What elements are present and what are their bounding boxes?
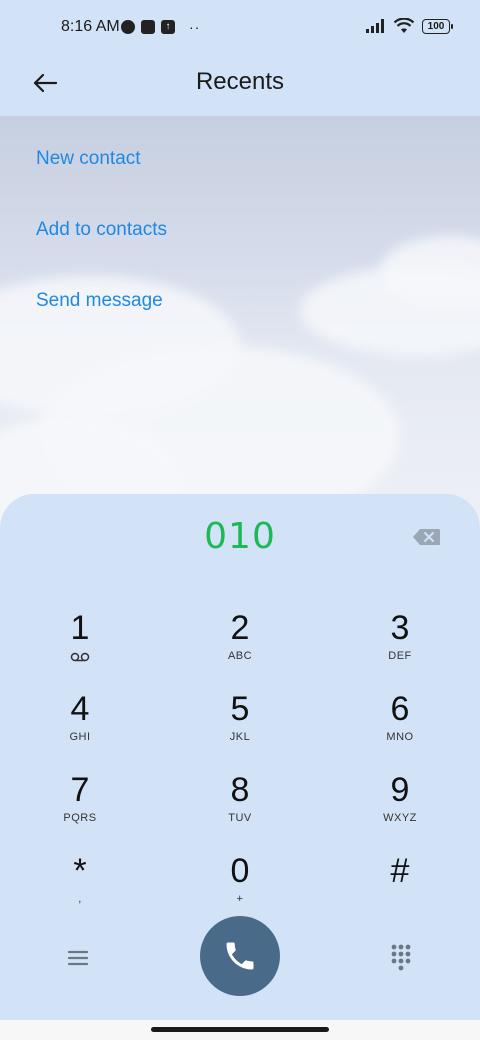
key-letters: ABC [227,650,253,662]
key-letters: PQRS [63,812,97,824]
voicemail-icon [70,652,90,662]
backspace-icon [413,529,440,545]
app-header: Recents [0,56,480,116]
key-digit: # [390,852,410,890]
menu-button[interactable] [64,944,92,972]
signal-icon [366,19,384,33]
app-notification-icon [121,20,135,34]
key-5[interactable]: 5 JKL [180,689,300,765]
key-digit: 5 [230,690,250,728]
key-letters: , [78,893,82,905]
system-status-icons: 100 [366,18,453,34]
key-digit: 1 [70,609,90,647]
key-digit: 4 [70,690,90,728]
backspace-button[interactable] [412,527,442,547]
notification-icons: ↑ ·· [121,19,200,35]
key-hash[interactable]: # [340,851,460,927]
new-contact-link[interactable]: New contact [36,148,141,170]
key-digit: 3 [390,609,410,647]
key-star[interactable]: * , [20,851,140,927]
page-title: Recents [195,68,285,95]
key-letters: MNO [386,731,414,743]
wifi-icon [394,18,414,33]
key-letters: DEF [388,650,412,662]
key-7[interactable]: 7 PQRS [20,770,140,846]
add-to-contacts-link[interactable]: Add to contacts [36,219,167,241]
key-2[interactable]: 2 ABC [180,608,300,684]
key-digit: * [73,852,87,890]
key-letters: JKL [229,731,251,743]
background-sky-image [0,116,480,536]
upload-notification-icon: ↑ [161,20,175,34]
key-digit: 6 [390,690,410,728]
battery-icon: 100 [422,18,453,34]
status-bar: 8:16 AM ↑ ·· 100 [0,0,480,56]
key-digit: 2 [230,609,250,647]
key-8[interactable]: 8 TUV [180,770,300,846]
keypad-toggle-button[interactable] [386,941,416,971]
square-notification-icon [141,20,155,34]
key-digit: 7 [70,771,90,809]
dialer-panel: 010 1 2 ABC 3 DEF 4 GHI 5 JKL 6 MNO 7 PQ… [0,494,480,1040]
phone-icon [226,942,254,970]
call-button[interactable] [200,916,280,996]
home-indicator[interactable] [151,1027,329,1032]
key-letters: WXYZ [383,812,417,824]
key-digit: 0 [230,852,250,890]
key-3[interactable]: 3 DEF [340,608,460,684]
key-1[interactable]: 1 [20,608,140,684]
dialed-number: 010 [204,516,276,557]
send-message-link[interactable]: Send message [36,290,163,312]
key-letters: GHI [69,731,91,743]
key-digit: 9 [390,771,410,809]
key-digit: 8 [230,771,250,809]
key-9[interactable]: 9 WXYZ [340,770,460,846]
status-time: 8:16 AM [61,18,120,35]
more-notifications-icon: ·· [189,19,201,35]
key-letters: + [236,893,244,905]
menu-icon [67,950,89,966]
key-letters: TUV [228,812,252,824]
dialpad-icon [391,944,411,971]
key-4[interactable]: 4 GHI [20,689,140,765]
key-6[interactable]: 6 MNO [340,689,460,765]
